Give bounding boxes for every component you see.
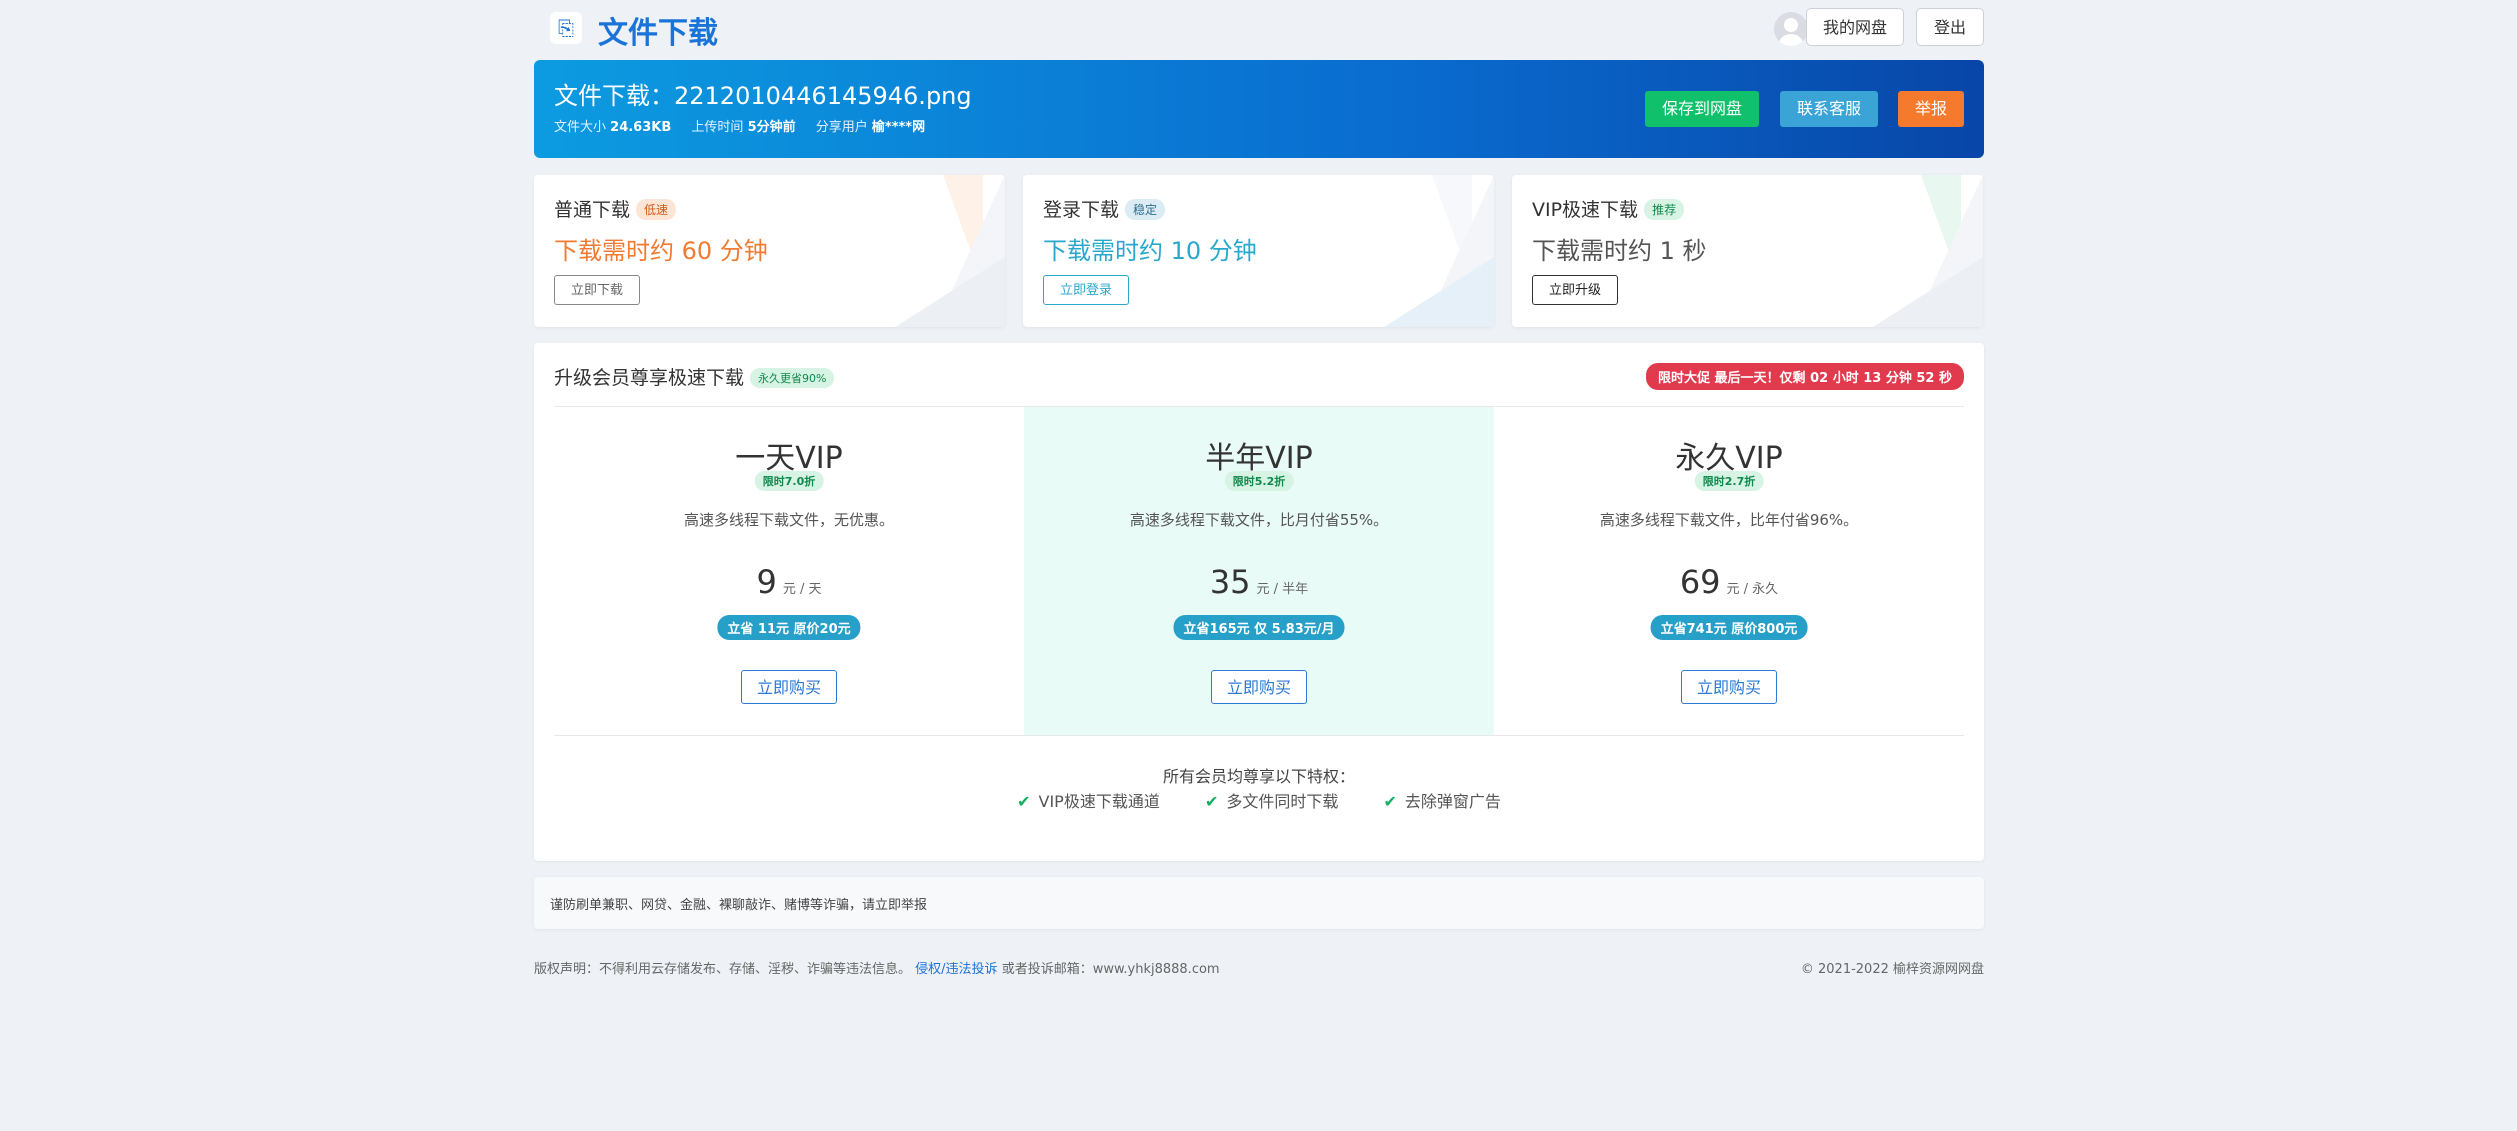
complaint-email-text: 或者投诉邮箱：www.yhkj8888.com: [1001, 962, 1220, 977]
option-login-download: 登录下载 稳定 下载需时约 10 分钟 立即登录: [1023, 175, 1494, 327]
check-icon: ✔: [1204, 792, 1219, 811]
price-unit: 元 / 永久: [1726, 582, 1779, 597]
notice-text: 谨防刷单兼职、网贷、金融、裸聊敲诈、赌博等诈骗，请立即举报: [550, 898, 928, 913]
plan-one-day: 一天VIP 限时7.0折 高速多线程下载文件，无优惠。 9元 / 天 立省 11…: [554, 407, 1024, 735]
size-label: 文件大小: [554, 120, 607, 135]
logout-button[interactable]: 登出: [1916, 8, 1984, 46]
complaint-link[interactable]: 侵权/违法投诉: [915, 962, 997, 977]
option-title: 登录下载 稳定: [1043, 195, 1166, 222]
check-icon: ✔: [1383, 792, 1397, 811]
perk-label: VIP极速下载通道: [1038, 792, 1160, 811]
price-unit: 元 / 半年: [1256, 582, 1309, 597]
perk-item: ✔ VIP极速下载通道: [1017, 788, 1160, 812]
price-unit: 元 / 天: [782, 582, 822, 597]
file-title: 文件下载：2212010446145946.png: [554, 82, 972, 110]
savings-badge: 立省 11元 原价20元: [717, 615, 861, 640]
discount-badge: 限时7.0折: [754, 471, 824, 491]
file-banner: 文件下载：2212010446145946.png 文件大小 24.63KB 上…: [534, 60, 1984, 158]
perk-item: ✔ 去除弹窗广告: [1383, 788, 1500, 812]
check-icon: ✔: [1017, 792, 1031, 811]
option-title-text: 登录下载: [1043, 199, 1120, 221]
discount-badge: 限时5.2折: [1224, 471, 1294, 491]
option-title: 普通下载 低速: [554, 195, 677, 222]
file-meta: 文件大小 24.63KB 上传时间 5分钟前 分享用户 榆****网: [554, 116, 941, 135]
option-title-text: 普通下载: [554, 199, 631, 221]
price-value: 35: [1209, 563, 1251, 601]
discount-badge: 限时2.7折: [1694, 471, 1764, 491]
option-time: 下载需时约 1 秒: [1532, 237, 1707, 265]
site-title[interactable]: 文件下载: [598, 8, 718, 52]
perks-list: ✔ VIP极速下载通道 ✔ 多文件同时下载 ✔ 去除弹窗广告: [534, 788, 1984, 812]
speed-tag: 低速: [636, 199, 677, 220]
vip-title-text: 升级会员尊享极速下载: [554, 367, 745, 389]
user-label: 分享用户: [815, 120, 868, 135]
perk-item: ✔ 多文件同时下载: [1205, 788, 1338, 812]
plan-description: 高速多线程下载文件，无优惠。: [683, 511, 894, 529]
copyright: © 2021-2022 榆梓资源网网盘: [1800, 962, 1984, 977]
buy-now-button[interactable]: 立即购买: [1211, 670, 1307, 704]
save-to-cloud-button[interactable]: 保存到网盘: [1645, 91, 1759, 127]
login-now-button[interactable]: 立即登录: [1043, 275, 1130, 305]
option-time: 下载需时约 10 分钟: [1043, 237, 1257, 265]
option-title: VIP极速下载 推荐: [1532, 195, 1685, 222]
vip-title-tag: 永久更省90%: [750, 368, 835, 388]
plan-price: 35 元 / 半年: [1024, 563, 1494, 601]
footer-disclaimer: 版权声明：不得利用云存储发布、存储、淫秽、诈骗等违法信息。 侵权/违法投诉 或者…: [534, 958, 1220, 977]
option-time: 下载需时约 60 分钟: [554, 237, 768, 265]
vip-panel: 升级会员尊享极速下载 永久更省90% 限时大促 最后一天！仅剩 02 小时 13 …: [534, 343, 1984, 861]
plan-forever: 永久VIP 限时2.7折 高速多线程下载文件，比年付省96%。 69 元 / 永久…: [1494, 407, 1964, 735]
speed-tag: 推荐: [1644, 199, 1685, 220]
option-title-text: VIP极速下载: [1532, 199, 1639, 221]
page-container: ⎘ 文件下载 我的网盘 登出 文件下载：2212010446145946.png…: [534, 0, 1984, 977]
option-vip-download: VIP极速下载 推荐 下载需时约 1 秒 立即升级: [1512, 175, 1983, 327]
buy-now-button[interactable]: 立即购买: [741, 670, 837, 704]
size-value: 24.63KB: [610, 120, 672, 135]
contact-service-button[interactable]: 联系客服: [1780, 91, 1878, 127]
plan-description: 高速多线程下载文件，比年付省96%。: [1599, 511, 1859, 529]
price-value: 69: [1679, 563, 1721, 601]
plan-price: 9 元 / 天: [554, 563, 1024, 601]
report-button[interactable]: 举报: [1898, 91, 1964, 127]
logo-icon[interactable]: ⎘: [550, 12, 582, 44]
buy-now-button[interactable]: 立即购买: [1681, 670, 1777, 704]
disclaimer-text: 版权声明：不得利用云存储发布、存储、淫秽、诈骗等违法信息。: [534, 962, 912, 977]
avatar[interactable]: [1774, 12, 1808, 46]
plan-half-year: 半年VIP 限时5.2折 高速多线程下载文件，比月付省55%。 35 元 / 半年…: [1024, 407, 1494, 735]
user-value: 榆****网: [871, 120, 926, 135]
savings-badge: 立省741元 原价800元: [1650, 615, 1808, 640]
speed-tag: 稳定: [1125, 199, 1166, 220]
upload-label: 上传时间: [691, 120, 744, 135]
divider: [554, 735, 1964, 736]
perks-title: 所有会员均尊享以下特权：: [1162, 767, 1355, 786]
plan-description: 高速多线程下载文件，比月付省55%。: [1129, 511, 1389, 529]
upload-value: 5分钟前: [747, 120, 796, 135]
promo-countdown-badge: 限时大促 最后一天！仅剩 02 小时 13 分钟 52 秒: [1646, 363, 1964, 390]
plan-price: 69 元 / 永久: [1494, 563, 1964, 601]
upgrade-now-button[interactable]: 立即升级: [1532, 275, 1619, 305]
perk-label: 多文件同时下载: [1226, 792, 1339, 811]
vip-title: 升级会员尊享极速下载 永久更省90%: [554, 363, 835, 390]
perk-label: 去除弹窗广告: [1404, 792, 1501, 811]
price-value: 9: [756, 563, 777, 601]
top-bar: ⎘ 文件下载 我的网盘 登出: [534, 0, 1984, 58]
download-now-button[interactable]: 立即下载: [554, 275, 641, 305]
option-normal-download: 普通下载 低速 下载需时约 60 分钟 立即下载: [534, 175, 1005, 327]
savings-badge: 立省165元 仅 5.83元/月: [1173, 615, 1345, 640]
fraud-notice: 谨防刷单兼职、网贷、金融、裸聊敲诈、赌博等诈骗，请立即举报: [534, 877, 1984, 929]
my-cloud-button[interactable]: 我的网盘: [1806, 8, 1904, 46]
